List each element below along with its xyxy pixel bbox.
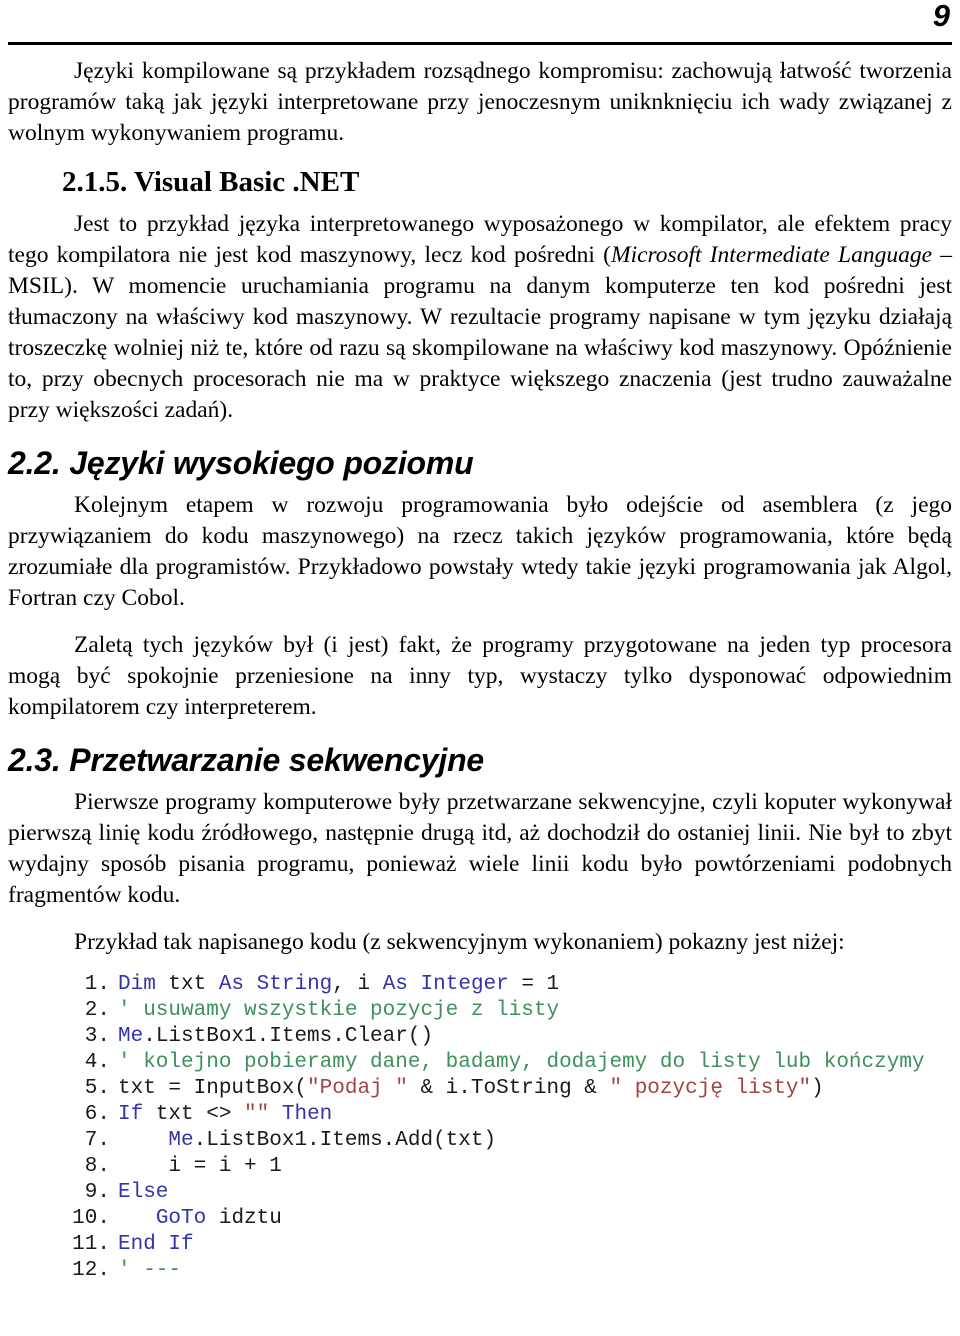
code-line-text: GoTo idztu — [110, 1206, 952, 1232]
code-line: 3Me.ListBox1.Items.Clear() — [8, 1024, 952, 1050]
code-token-kw: Me — [118, 1025, 144, 1048]
code-line-number: 2 — [58, 998, 110, 1024]
code-line-number: 7 — [58, 1128, 110, 1154]
document-content: Języki kompilowane są przykładem rozsądn… — [8, 56, 952, 1284]
code-line: 1Dim txt As String, i As Integer = 1 — [8, 972, 952, 998]
code-token-cmt: ' --- — [118, 1259, 182, 1282]
heading-2-2: 2.2. Języki wysokiego poziomu — [8, 445, 474, 481]
code-line: 9 Else — [8, 1180, 952, 1206]
paragraph-vbnet-part2: – MSIL). W momencie uruchamiania program… — [8, 242, 952, 423]
code-token-plain: ) — [811, 1077, 824, 1100]
code-token-str: "Podaj " — [307, 1077, 408, 1100]
code-token-kw: As — [218, 973, 245, 996]
code-token-kw: String — [256, 973, 333, 996]
heading-2-1-5: 2.1.5. Visual Basic .NET — [62, 166, 360, 198]
paragraph-vbnet: Jest to przykład języka interpretowanego… — [8, 209, 952, 426]
code-line-text: ' kolejno pobieramy dane, badamy, dodaje… — [110, 1050, 952, 1076]
code-token-kw: As — [382, 973, 408, 996]
code-line-number: 5 — [58, 1076, 110, 1102]
code-line-text: If txt <> "" Then — [110, 1102, 952, 1128]
code-line-text: Me.ListBox1.Items.Clear() — [110, 1024, 952, 1050]
code-token-kw: Dim — [118, 973, 156, 996]
code-line: 12 ' --- — [8, 1258, 952, 1284]
code-token-plain: .ListBox1.Items.Add(txt) — [193, 1129, 497, 1152]
paragraph-sequential-2: Przykład tak napisanego kodu (z sekwency… — [74, 929, 845, 955]
code-token-plain: txt — [155, 973, 219, 996]
code-token-plain: idztu — [206, 1207, 282, 1230]
code-token-plain: , i — [332, 973, 383, 996]
code-line-text: txt = InputBox("Podaj " & i.ToString & "… — [110, 1076, 952, 1102]
code-line-text: i = i + 1 — [110, 1154, 952, 1180]
code-line-number: 6 — [58, 1102, 110, 1128]
code-line: 2 ' usuwamy wszystkie pozycje z listy — [8, 998, 952, 1024]
code-line-number: 8 — [58, 1154, 110, 1180]
paragraph-sequential-1: Pierwsze programy komputerowe były przet… — [8, 789, 952, 908]
code-token-plain: i = i + 1 — [118, 1155, 282, 1178]
code-token-kw: Else — [118, 1181, 169, 1204]
code-line: 8 i = i + 1 — [8, 1154, 952, 1180]
heading-2-3: 2.3. Przetwarzanie sekwencyjne — [8, 742, 485, 778]
code-line: 10 GoTo idztu — [8, 1206, 952, 1232]
code-line: 4 ' kolejno pobieramy dane, badamy, dodaj… — [8, 1050, 952, 1076]
code-line: 6If txt <> "" Then — [8, 1102, 952, 1128]
code-line-text: Else — [110, 1180, 952, 1206]
code-line-number: 12 — [58, 1258, 110, 1284]
code-token-kw: GoTo — [155, 1207, 207, 1230]
code-token-kw: Me — [168, 1129, 194, 1152]
code-token-plain: txt <> — [143, 1103, 245, 1126]
code-token-kw: Then — [281, 1103, 333, 1126]
code-token-plain: & i.ToString & — [407, 1077, 610, 1100]
code-token-cmt: ' kolejno pobieramy dane, badamy, dodaje… — [118, 1051, 925, 1074]
code-line-number: 1 — [58, 972, 110, 998]
code-token-plain: txt = InputBox( — [118, 1077, 308, 1100]
code-line: 7 Me.ListBox1.Items.Add(txt) — [8, 1128, 952, 1154]
page-number: 9 — [932, 0, 950, 33]
code-line-number: 9 — [58, 1180, 110, 1206]
code-line-text: End If — [110, 1232, 952, 1258]
code-line-number: 11 — [58, 1232, 110, 1258]
header-rule — [8, 42, 952, 45]
code-line-text: Me.ListBox1.Items.Add(txt) — [110, 1128, 952, 1154]
code-token-str: " pozycję listy" — [609, 1077, 812, 1100]
code-line-number: 10 — [58, 1206, 110, 1232]
paragraph-high-level-2: Zaletą tych języków był (i jest) fakt, ż… — [8, 632, 952, 720]
page-header: 9 — [0, 0, 960, 56]
paragraph-intro: Języki kompilowane są przykładem rozsądn… — [8, 58, 952, 146]
code-token-kw: Integer — [420, 973, 509, 996]
code-line-text: ' --- — [110, 1258, 952, 1284]
document-page: 9 Języki kompilowane są przykładem rozsą… — [0, 0, 960, 1336]
code-line: 5txt = InputBox("Podaj " & i.ToString & … — [8, 1076, 952, 1102]
code-line-text: ' usuwamy wszystkie pozycje z listy — [110, 998, 952, 1024]
code-token-plain: .ListBox1.Items.Clear() — [143, 1025, 434, 1048]
paragraph-vbnet-italic: Microsoft Intermediate Language — [611, 242, 933, 268]
code-token-str: "" — [244, 1103, 270, 1126]
code-token-kw: If — [118, 1103, 144, 1126]
code-line-text: Dim txt As String, i As Integer = 1 — [110, 972, 952, 998]
code-token-plain: = 1 — [508, 973, 560, 996]
code-token-kw: End If — [118, 1233, 194, 1256]
code-token-cmt: ' usuwamy wszystkie pozycje z listy — [118, 999, 560, 1022]
code-line: 11 End If — [8, 1232, 952, 1258]
paragraph-high-level-1: Kolejnym etapem w rozwoju programowania … — [8, 492, 952, 611]
code-listing: 1Dim txt As String, i As Integer = 12' u… — [8, 972, 952, 1284]
code-line-number: 4 — [58, 1050, 110, 1076]
code-line-number: 3 — [58, 1024, 110, 1050]
